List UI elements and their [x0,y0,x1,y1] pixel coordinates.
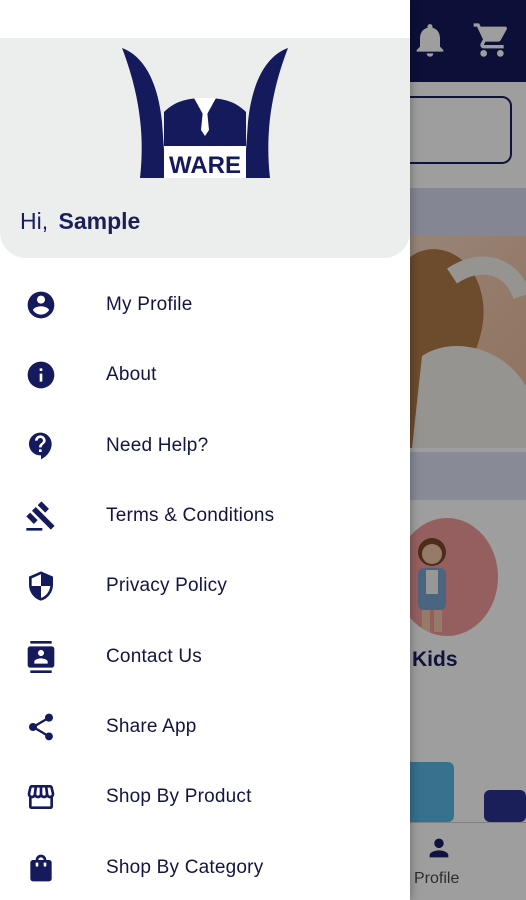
logo-text: WARE [169,152,241,179]
menu-item-need-help[interactable]: Need Help? [0,411,410,481]
menu-item-shop-by-product[interactable]: Shop By Product [0,762,410,832]
menu-item-shop-by-category[interactable]: Shop By Category [0,832,410,900]
gavel-icon [24,499,58,533]
menu-item-contact-us[interactable]: Contact Us [0,621,410,691]
user-name: Sample [58,208,141,234]
help-icon [24,429,58,463]
menu-label: Contact Us [106,645,202,667]
menu-item-terms-conditions[interactable]: Terms & Conditions [0,481,410,551]
menu-item-share-app[interactable]: Share App [0,692,410,762]
menu-label: Shop By Product [106,786,252,808]
shopping-bag-icon [24,851,58,885]
menu-label: Terms & Conditions [106,505,275,527]
greeting-prefix: Hi, [20,208,49,234]
menu-item-privacy-policy[interactable]: Privacy Policy [0,551,410,621]
menu-label: Privacy Policy [106,575,228,597]
drawer-menu: My Profile About Need Help? Terms & Cond… [0,270,410,900]
menu-label: Shop By Category [106,856,264,878]
menu-label: Share App [106,715,197,737]
user-greeting: Hi, Sample [20,208,140,235]
shield-icon [24,569,58,603]
contacts-icon [24,640,58,674]
menu-item-my-profile[interactable]: My Profile [0,270,410,340]
info-icon [24,358,58,392]
storefront-icon [24,780,58,814]
menu-label: About [106,364,157,386]
account-circle-icon [24,288,58,322]
share-icon [24,710,58,744]
navigation-drawer: WARE Hi, Sample My Profile About Need He… [0,0,410,900]
menu-label: Need Help? [106,434,209,456]
brand-logo: WARE [116,42,294,182]
menu-label: My Profile [106,294,193,316]
menu-item-about[interactable]: About [0,340,410,410]
